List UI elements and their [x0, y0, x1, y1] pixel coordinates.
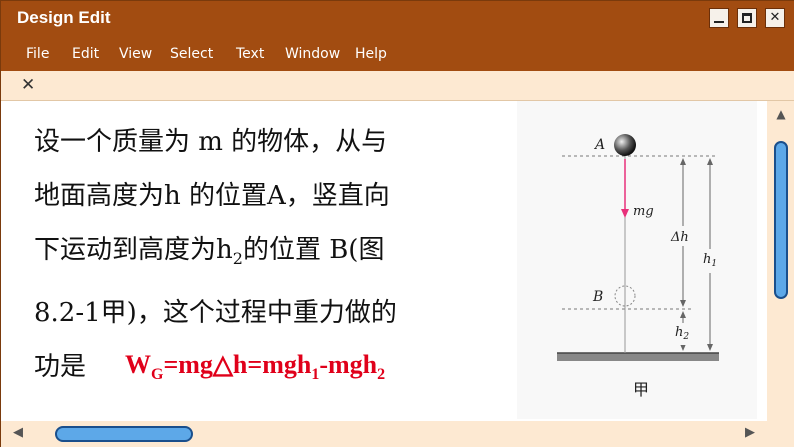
text-line-3-sub: 2: [232, 249, 243, 269]
slide-canvas: 设一个质量为 m 的物体，从与 地面高度为h 的位置A，竖直向 下运动到高度为h…: [1, 101, 767, 421]
h2-arrow-bottom: [680, 344, 686, 351]
minimize-button[interactable]: [709, 8, 729, 28]
formula-g-sub: G: [151, 366, 164, 384]
ball-a: [614, 134, 636, 156]
text-line-2: 地面高度为h 的位置A，竖直向: [34, 181, 390, 211]
vertical-scroll-thumb[interactable]: [774, 141, 788, 299]
horizontal-scroll-thumb[interactable]: [55, 426, 193, 442]
window-title: Design Edit: [17, 8, 111, 27]
menu-select[interactable]: Select: [170, 46, 213, 62]
formula-w: W: [125, 350, 151, 379]
tab-strip: ✕: [1, 71, 794, 101]
label-b: B: [592, 289, 603, 305]
horizontal-scrollbar[interactable]: ◀ ▶: [1, 421, 794, 447]
scroll-left-icon[interactable]: ◀: [13, 425, 23, 440]
dh-arrow-top: [680, 158, 686, 165]
menu-window[interactable]: Window: [285, 46, 340, 62]
mg-arrow-head: [621, 209, 629, 218]
menu-view[interactable]: View: [119, 46, 152, 62]
close-button[interactable]: ✕: [765, 8, 785, 28]
text-line-4: 8.2-1甲)，这个过程中重力做的: [34, 298, 397, 329]
figure-caption: 甲: [633, 380, 650, 399]
text-line-3a: 下运动到高度为h: [34, 235, 233, 265]
ground-rect: [557, 353, 719, 361]
formula-sub2: 2: [377, 366, 386, 384]
vertical-scrollbar[interactable]: ▲: [767, 101, 794, 421]
menu-bar: File Edit View Select Text Window Help: [1, 37, 794, 71]
falling-object-diagram: A B mg Δh h1 h2: [557, 134, 719, 361]
work-formula: WG=mg△h=mgh1-mgh2: [119, 344, 463, 386]
formula-minus: -mgh: [319, 350, 378, 379]
label-a: A: [593, 137, 605, 153]
menu-edit[interactable]: Edit: [72, 46, 99, 62]
menu-file[interactable]: File: [26, 46, 49, 62]
formula-mid: =mg△h=mgh: [163, 350, 312, 379]
close-icon: ✕: [769, 10, 781, 25]
dh-arrow-bottom: [680, 300, 686, 307]
maximize-button[interactable]: [737, 8, 757, 28]
text-line-1: 设一个质量为 m 的物体，从与: [34, 127, 388, 157]
h1-arrow-top: [707, 158, 713, 165]
scroll-up-icon[interactable]: ▲: [773, 107, 789, 123]
label-dh: Δh: [670, 230, 689, 245]
h2-arrow-top: [680, 311, 686, 318]
tab-close-icon[interactable]: ✕: [21, 75, 35, 95]
h1-arrow-bottom: [707, 344, 713, 351]
menu-text[interactable]: Text: [236, 46, 264, 62]
text-line-3: 下运动到高度为h2的位置 B(图: [34, 223, 454, 286]
app-window: Design Edit ✕ File Edit View Select Text…: [0, 0, 794, 447]
text-line-3b: 的位置 B(图: [242, 235, 385, 265]
title-bar[interactable]: Design Edit ✕: [1, 1, 794, 37]
label-mg: mg: [633, 204, 654, 219]
menu-help[interactable]: Help: [355, 46, 387, 62]
scroll-right-icon[interactable]: ▶: [745, 425, 755, 440]
